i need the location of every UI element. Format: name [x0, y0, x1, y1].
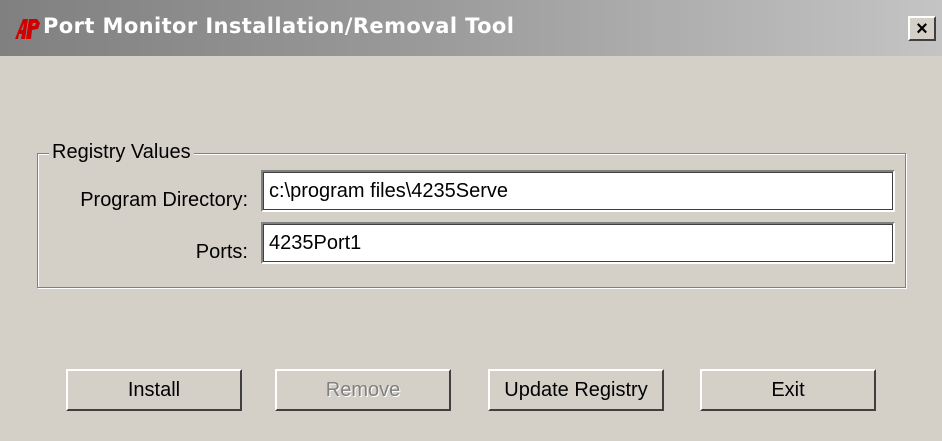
title-bar[interactable]: Port Monitor Installation/Removal Tool × [0, 0, 942, 56]
program-directory-label: Program Directory: [80, 189, 248, 211]
ports-label: Ports: [195, 241, 248, 263]
install-button[interactable]: Install [66, 369, 242, 411]
program-directory-input[interactable] [261, 170, 895, 212]
update-registry-button[interactable]: Update Registry [488, 369, 664, 411]
remove-button[interactable]: Remove [275, 369, 451, 411]
exit-button[interactable]: Exit [700, 369, 876, 411]
ap-logo-icon [15, 19, 40, 39]
close-button[interactable]: × [908, 16, 936, 41]
main-window: Port Monitor Installation/Removal Tool ×… [0, 0, 942, 441]
group-legend: Registry Values [49, 141, 194, 164]
window-title: Port Monitor Installation/Removal Tool [43, 14, 515, 38]
close-icon: × [916, 17, 928, 40]
ports-input[interactable] [261, 222, 895, 264]
